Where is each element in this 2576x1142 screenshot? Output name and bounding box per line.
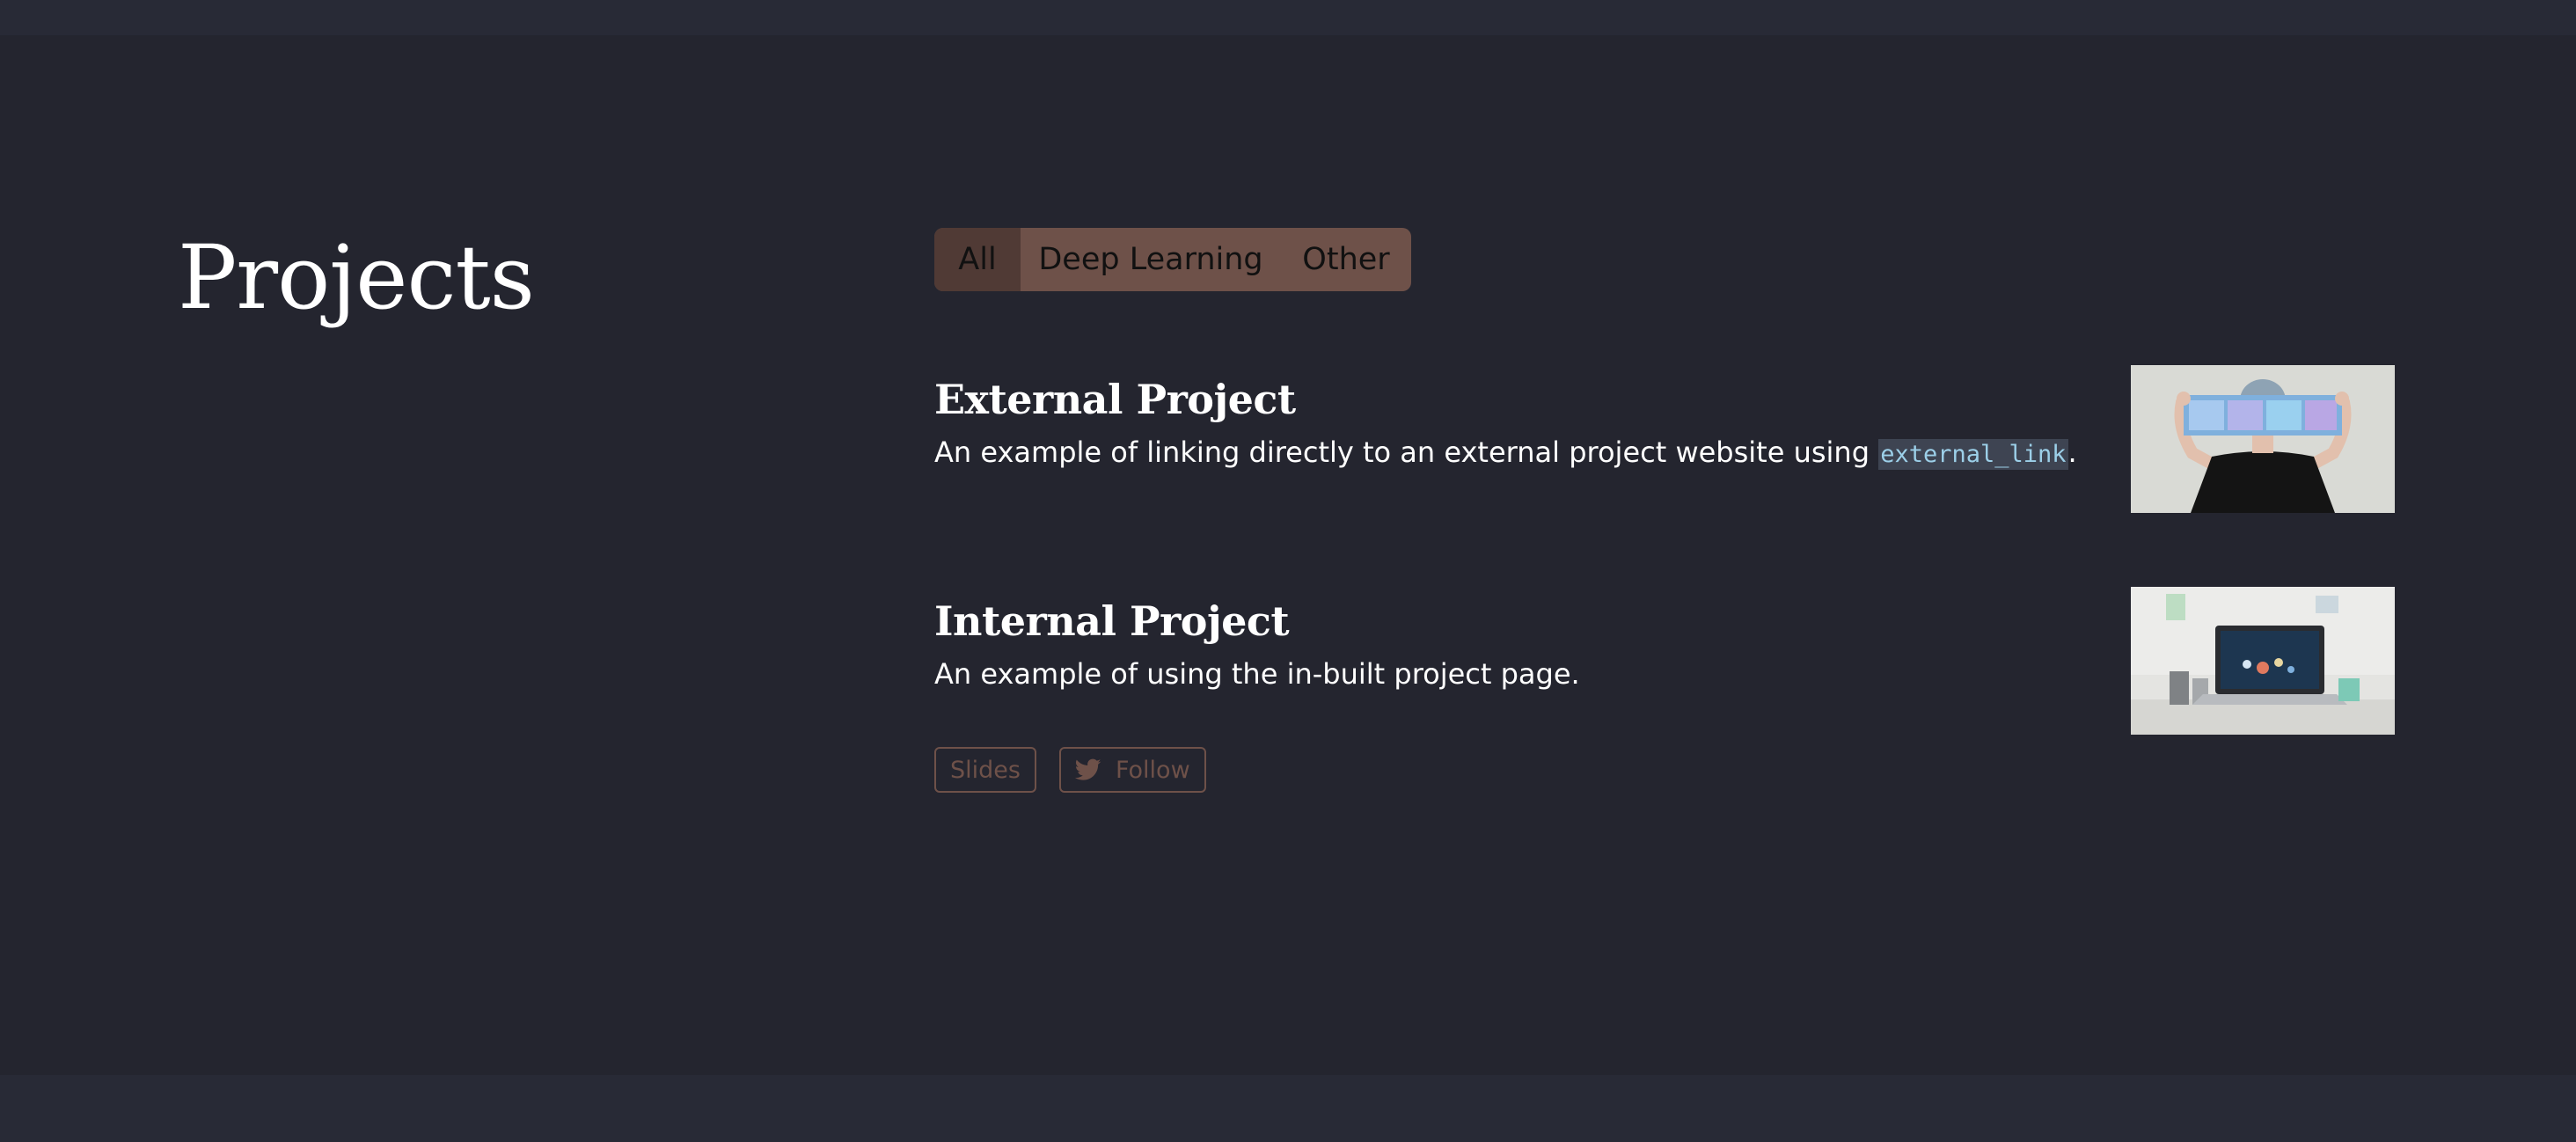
internal-project-thumbnail[interactable] <box>2131 587 2395 735</box>
person-holding-paper-photo <box>2131 365 2395 513</box>
description-text: An example of linking directly to an ext… <box>934 436 1879 469</box>
footer-bar <box>0 1075 2576 1142</box>
follow-label: Follow <box>1115 756 1190 784</box>
follow-button[interactable]: Follow <box>1058 747 1206 793</box>
project-filter-bar: All Deep Learning Other <box>934 228 1411 291</box>
slides-label: Slides <box>950 756 1021 784</box>
project-buttons: Slides Follow <box>934 747 1206 793</box>
slides-button[interactable]: Slides <box>934 747 1036 793</box>
external-project-thumbnail[interactable] <box>2131 365 2395 513</box>
inline-code: external_link <box>1878 439 2068 470</box>
laptop-on-desk-photo <box>2131 587 2395 735</box>
page-title: Projects <box>178 226 535 329</box>
top-bar <box>0 0 2576 35</box>
filter-all-button[interactable]: All <box>934 228 1021 291</box>
description-suffix: . <box>2067 436 2077 469</box>
filter-deep-learning-button[interactable]: Deep Learning <box>1021 228 1281 291</box>
twitter-icon <box>1074 758 1101 780</box>
filter-other-button[interactable]: Other <box>1281 228 1411 291</box>
